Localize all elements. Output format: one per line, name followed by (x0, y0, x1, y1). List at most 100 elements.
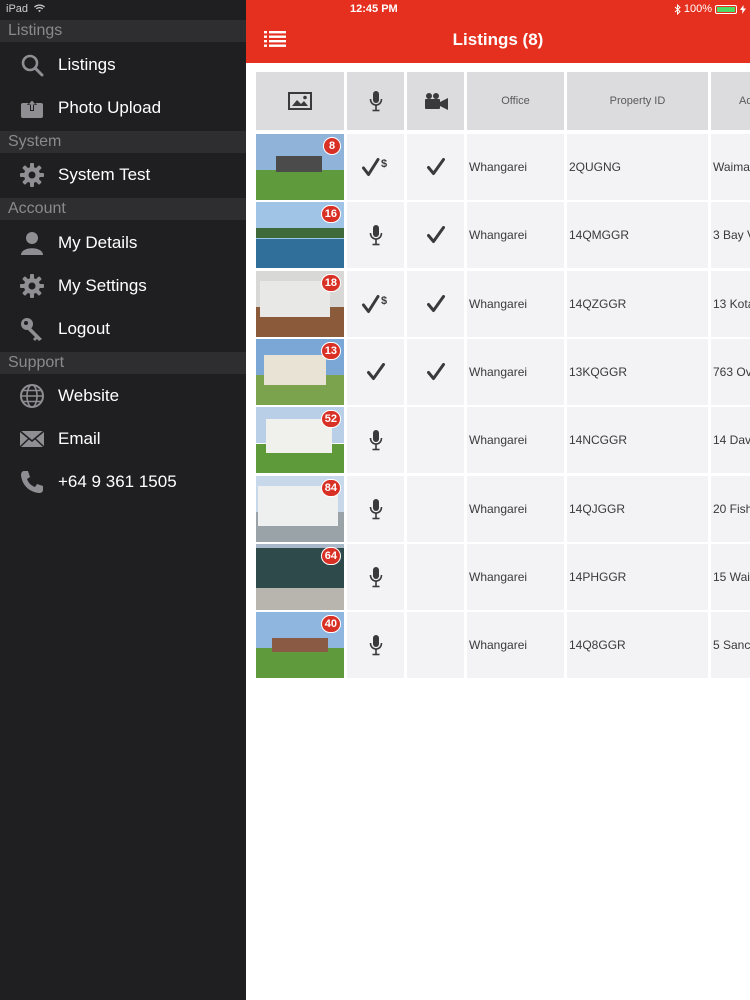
office-cell[interactable]: Whangarei (467, 407, 564, 474)
video-cell[interactable] (407, 202, 464, 269)
column-header-office[interactable]: Office (467, 72, 564, 130)
sidebar-item-email[interactable]: Email (0, 418, 246, 460)
listing-photo[interactable]: 13 (256, 338, 344, 405)
property-id-cell[interactable]: 2QUGNG (567, 134, 708, 200)
office-cell[interactable]: Whangarei (467, 270, 564, 337)
gear-icon (18, 161, 46, 189)
sidebar-item-my-settings[interactable]: My Settings (0, 265, 246, 307)
check-icon (426, 362, 445, 381)
sidebar-item-label: Website (58, 386, 120, 405)
photo-count-badge: 18 (320, 273, 341, 292)
audio-cell[interactable] (347, 338, 404, 405)
listing-photo[interactable]: 8 (256, 134, 344, 200)
address-cell[interactable]: Waima (711, 134, 750, 200)
address-cell[interactable]: 15 Wai (711, 543, 750, 610)
bluetooth-icon (674, 3, 681, 15)
address-cell[interactable]: 5 Sanc (711, 612, 750, 679)
column-header-address[interactable]: Ad (711, 72, 750, 130)
column-header-video[interactable] (407, 72, 464, 130)
main-panel: 12:45 PM 100% Listings (8) Office Proper… (246, 0, 750, 1000)
photo-count-badge: 13 (320, 341, 341, 360)
microphone-icon (369, 498, 383, 520)
sidebar-item-website[interactable]: Website (0, 375, 246, 417)
top-bar: 12:45 PM 100% Listings (8) (246, 0, 750, 63)
address-cell[interactable]: 13 Kota (711, 270, 750, 337)
section-header-listings: Listings (0, 20, 246, 42)
battery-percent: 100% (683, 3, 712, 15)
audio-cell[interactable] (347, 407, 404, 474)
property-id-cell[interactable]: 13KQGGR (567, 338, 708, 405)
video-cell[interactable] (407, 270, 464, 337)
status-time: 12:45 PM (350, 3, 398, 15)
listing-photo[interactable]: 52 (256, 407, 344, 474)
audio-cell[interactable] (347, 202, 404, 269)
audio-cell[interactable] (347, 612, 404, 679)
video-cell[interactable] (407, 134, 464, 200)
photo-count-badge: 16 (320, 205, 341, 224)
address-cell[interactable]: 14 Dav (711, 407, 750, 474)
photo-count-badge: 64 (320, 546, 341, 565)
upload-icon (18, 94, 46, 122)
address-cell[interactable]: 20 Fish (711, 475, 750, 542)
listing-photo[interactable]: 64 (256, 543, 344, 610)
video-cell[interactable] (407, 338, 464, 405)
section-header-system: System (0, 131, 246, 153)
status-device-wifi: iPad (6, 3, 46, 15)
address-cell[interactable]: 763 Ov (711, 338, 750, 405)
photo-count-badge: 40 (320, 615, 341, 634)
sidebar-item-label: Email (58, 429, 101, 448)
property-id-cell[interactable]: 14PHGGR (567, 543, 708, 610)
column-header-property-id[interactable]: Property ID (567, 72, 708, 130)
sidebar-item-my-details[interactable]: My Details (0, 222, 246, 264)
audio-cell[interactable] (347, 543, 404, 610)
charging-icon (740, 4, 746, 14)
sidebar-item-system-test[interactable]: System Test (0, 154, 246, 196)
sidebar-item-logout[interactable]: Logout (0, 308, 246, 350)
office-cell[interactable]: Whangarei (467, 475, 564, 542)
audio-cell[interactable] (347, 475, 404, 542)
column-header-photo[interactable] (256, 72, 344, 130)
check-icon (426, 294, 445, 313)
sidebar-item-photo-upload[interactable]: Photo Upload (0, 87, 246, 129)
audio-cell[interactable]: $ (347, 134, 404, 200)
property-id-cell[interactable]: 14QJGGR (567, 475, 708, 542)
video-cell[interactable] (407, 475, 464, 542)
key-icon (18, 315, 46, 343)
photo-count-badge: 84 (320, 478, 341, 497)
check-dollar-icon: $ (361, 157, 390, 177)
device-label: iPad (6, 3, 29, 15)
column-header-audio[interactable] (347, 72, 404, 130)
globe-icon (18, 382, 46, 410)
microphone-icon (369, 224, 383, 246)
check-icon (426, 158, 445, 176)
listing-photo[interactable]: 18 (256, 270, 344, 337)
video-cell[interactable] (407, 543, 464, 610)
photo-count-badge: 8 (323, 137, 341, 155)
property-id-cell[interactable]: 14Q8GGR (567, 612, 708, 679)
office-cell[interactable]: Whangarei (467, 543, 564, 610)
property-id-cell[interactable]: 14QZGGR (567, 270, 708, 337)
person-icon (18, 229, 46, 257)
check-dollar-icon: $ (361, 294, 390, 314)
status-right: 100% (674, 3, 746, 15)
section-header-account: Account (0, 198, 246, 220)
office-cell[interactable]: Whangarei (467, 134, 564, 200)
property-id-cell[interactable]: 14NCGGR (567, 407, 708, 474)
office-cell[interactable]: Whangarei (467, 338, 564, 405)
property-id-cell[interactable]: 14QMGGR (567, 202, 708, 269)
address-cell[interactable]: 3 Bay V (711, 202, 750, 269)
office-cell[interactable]: Whangarei (467, 612, 564, 679)
office-cell[interactable]: Whangarei (467, 202, 564, 269)
audio-cell[interactable]: $ (347, 270, 404, 337)
listing-photo[interactable]: 84 (256, 475, 344, 542)
listing-photo[interactable]: 16 (256, 202, 344, 269)
listing-photo[interactable]: 40 (256, 612, 344, 679)
check-icon (366, 362, 385, 381)
sidebar-item-phone[interactable]: +64 9 361 1505 (0, 461, 246, 503)
sidebar: iPad Listings Listings Photo Upload Syst… (0, 0, 246, 1000)
svg-text:$: $ (381, 158, 387, 170)
video-cell[interactable] (407, 612, 464, 679)
video-cell[interactable] (407, 407, 464, 474)
sidebar-item-listings[interactable]: Listings (0, 44, 246, 86)
sidebar-item-label: Logout (58, 319, 110, 338)
